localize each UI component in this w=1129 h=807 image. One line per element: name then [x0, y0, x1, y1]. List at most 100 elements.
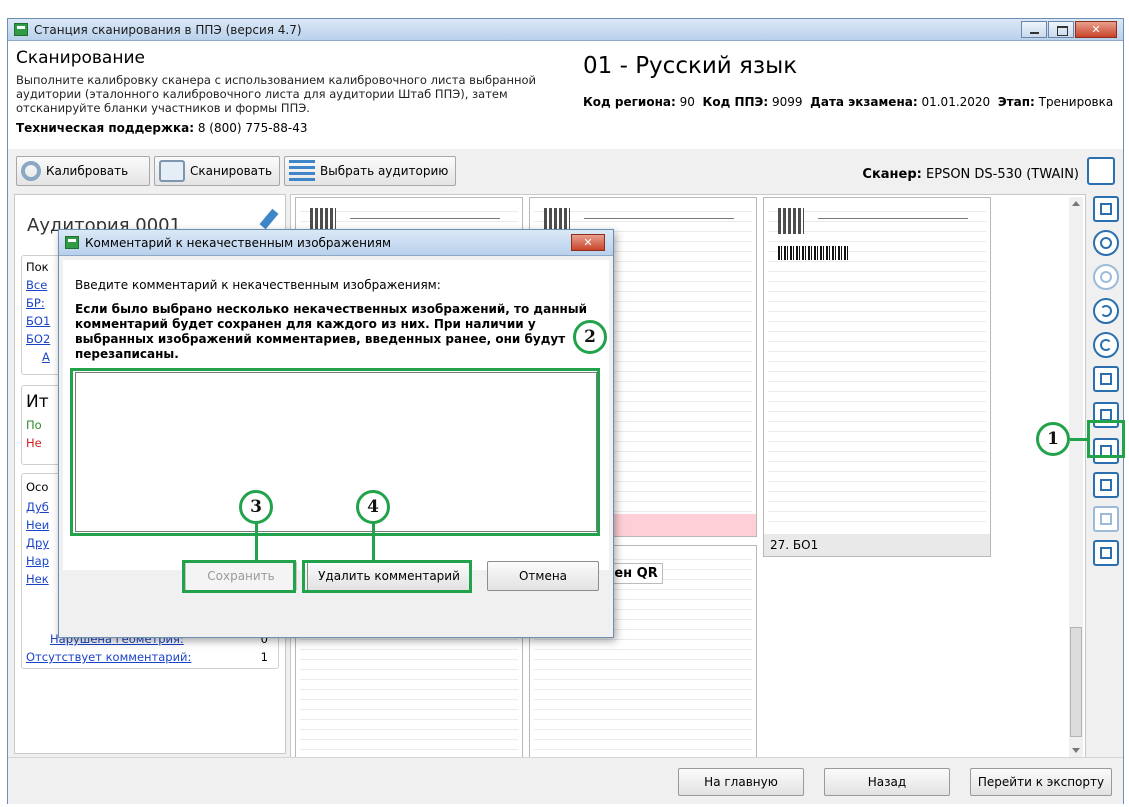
rotate-right-button[interactable]	[1093, 332, 1119, 358]
totals-ok: По	[26, 418, 42, 432]
page-header: Сканирование Выполните калибровку сканер…	[8, 41, 1123, 149]
callout-connector	[372, 522, 375, 560]
no-comment-row: Отсутствует комментарий: 1	[26, 650, 272, 664]
pencil-icon[interactable]	[259, 208, 279, 230]
stage-value: Тренировка	[1038, 95, 1114, 109]
sub-link[interactable]: А	[42, 350, 50, 364]
ppe-value: 9099	[771, 95, 803, 109]
bo2-link[interactable]: БО2	[26, 332, 50, 346]
zoom-in-button[interactable]	[1093, 230, 1119, 256]
callout-1: 1	[1036, 422, 1070, 456]
side-toolbar	[1093, 194, 1121, 634]
stats-heading: Пок	[26, 260, 49, 274]
dialog-close-button[interactable]: ✕	[571, 234, 605, 251]
br-link[interactable]: БР:	[26, 296, 45, 310]
comment-tool-highlight	[1087, 420, 1125, 458]
cancel-button[interactable]: Отмена	[487, 561, 599, 591]
calibrate-button[interactable]: Калибровать	[16, 156, 150, 186]
doc-line	[818, 218, 968, 219]
scroll-up-icon[interactable]	[1072, 201, 1080, 206]
view-image-button[interactable]	[1093, 196, 1119, 222]
callout-3: 3	[239, 490, 273, 524]
comment-prompt: Введите комментарий к некачественным изо…	[75, 278, 441, 292]
duplicates-link[interactable]: Дуб	[26, 500, 49, 514]
delete-highlight	[302, 560, 472, 593]
qr-code-image	[778, 208, 804, 234]
ppe-label: Код ППЭ:	[702, 95, 769, 109]
mark-checked-button[interactable]	[1093, 366, 1119, 392]
no-comment-count: 1	[260, 650, 268, 664]
no-comment-link[interactable]: Отсутствует комментарий:	[26, 650, 191, 664]
save-highlight	[182, 560, 296, 593]
date-value: 01.01.2020	[921, 95, 991, 109]
comment-field-highlight	[70, 368, 600, 536]
support-info: Техническая поддержка: 8 (800) 775-88-43	[16, 121, 307, 135]
rotate-left-icon	[1100, 305, 1112, 317]
bottom-bar: На главную Назад Перейти к экспорту	[8, 757, 1123, 804]
select-room-button[interactable]: Выбрать аудиторию	[284, 156, 456, 186]
scanner-settings-button[interactable]	[1087, 157, 1115, 185]
scan-label: Сканировать	[190, 164, 273, 178]
maximize-button[interactable]	[1048, 21, 1074, 38]
replace-icon	[1100, 513, 1112, 525]
zoom-out-button[interactable]	[1093, 264, 1119, 290]
all-link[interactable]: Все	[26, 278, 47, 292]
toolbar: Калибровать Сканировать Выбрать аудитори…	[8, 149, 1123, 189]
scroll-down-icon[interactable]	[1072, 748, 1080, 753]
calibrate-label: Калибровать	[46, 164, 129, 178]
exam-info: Код региона: 90 Код ППЭ: 9099 Дата экзам…	[583, 95, 1113, 109]
unknown-link[interactable]: Неи	[26, 518, 49, 532]
app-icon	[14, 23, 28, 36]
totals-bad: Не	[26, 436, 42, 450]
copy-icon	[1100, 479, 1112, 491]
barcode-image	[778, 246, 848, 260]
checkbox-icon	[1100, 373, 1112, 385]
gear-icon	[21, 161, 41, 181]
home-button[interactable]: На главную	[678, 768, 804, 796]
scroll-thumb[interactable]	[1070, 627, 1082, 737]
scanner-info: Сканер: EPSON DS-530 (TWAIN)	[862, 167, 1079, 182]
minimize-button[interactable]	[1021, 21, 1047, 38]
doc-line	[584, 218, 734, 219]
region-value: 90	[679, 95, 695, 109]
violation-link[interactable]: Нар	[26, 554, 49, 568]
support-label: Техническая поддержка:	[16, 121, 195, 135]
title-bar: Станция сканирования в ППЭ (версия 4.7) …	[8, 19, 1123, 41]
alert-button[interactable]	[1093, 540, 1119, 566]
replace-button[interactable]	[1093, 506, 1119, 532]
list-icon	[289, 160, 315, 182]
export-button[interactable]: Перейти к экспорту	[970, 768, 1112, 796]
select-room-label: Выбрать аудиторию	[320, 164, 449, 178]
exam-subject: 01 - Русский язык	[583, 53, 798, 79]
bo1-link[interactable]: БО1	[26, 314, 50, 328]
window-controls: ✕	[1020, 21, 1117, 38]
close-window-button[interactable]: ✕	[1075, 21, 1117, 38]
scan-button[interactable]: Сканировать	[154, 156, 280, 186]
back-button[interactable]: Назад	[824, 768, 950, 796]
zoom-out-icon	[1100, 271, 1112, 283]
rotate-left-button[interactable]	[1093, 298, 1119, 324]
app-icon	[65, 236, 79, 249]
thumbnail-3[interactable]: 27. БО1	[763, 197, 991, 557]
rotate-right-icon	[1100, 339, 1112, 351]
copy-button[interactable]	[1093, 472, 1119, 498]
alarm-icon	[1100, 547, 1112, 559]
stage-label: Этап:	[997, 95, 1035, 109]
eye-icon	[1100, 203, 1112, 215]
scanner-value: EPSON DS-530 (TWAIN)	[926, 167, 1079, 182]
vertical-scrollbar[interactable]	[1069, 197, 1083, 759]
low-quality-link[interactable]: Нек	[26, 572, 49, 586]
page-description: Выполните калибровку сканера с использов…	[16, 73, 537, 115]
doc-line	[350, 218, 500, 219]
thumbnail-label: 27. БО1	[764, 534, 990, 556]
comment-warning: Если было выбрано несколько некачественн…	[75, 302, 588, 361]
scanner-icon	[159, 160, 185, 182]
other-link[interactable]: Дру	[26, 536, 49, 550]
callout-connector	[255, 522, 258, 560]
special-heading: Осо	[26, 480, 49, 494]
callout-connector	[1070, 438, 1087, 441]
answer-sheet-1-image	[768, 202, 986, 530]
region-label: Код региона:	[583, 95, 676, 109]
zoom-in-icon	[1100, 237, 1112, 249]
dialog-title-bar: Комментарий к некачественным изображения…	[59, 230, 613, 256]
